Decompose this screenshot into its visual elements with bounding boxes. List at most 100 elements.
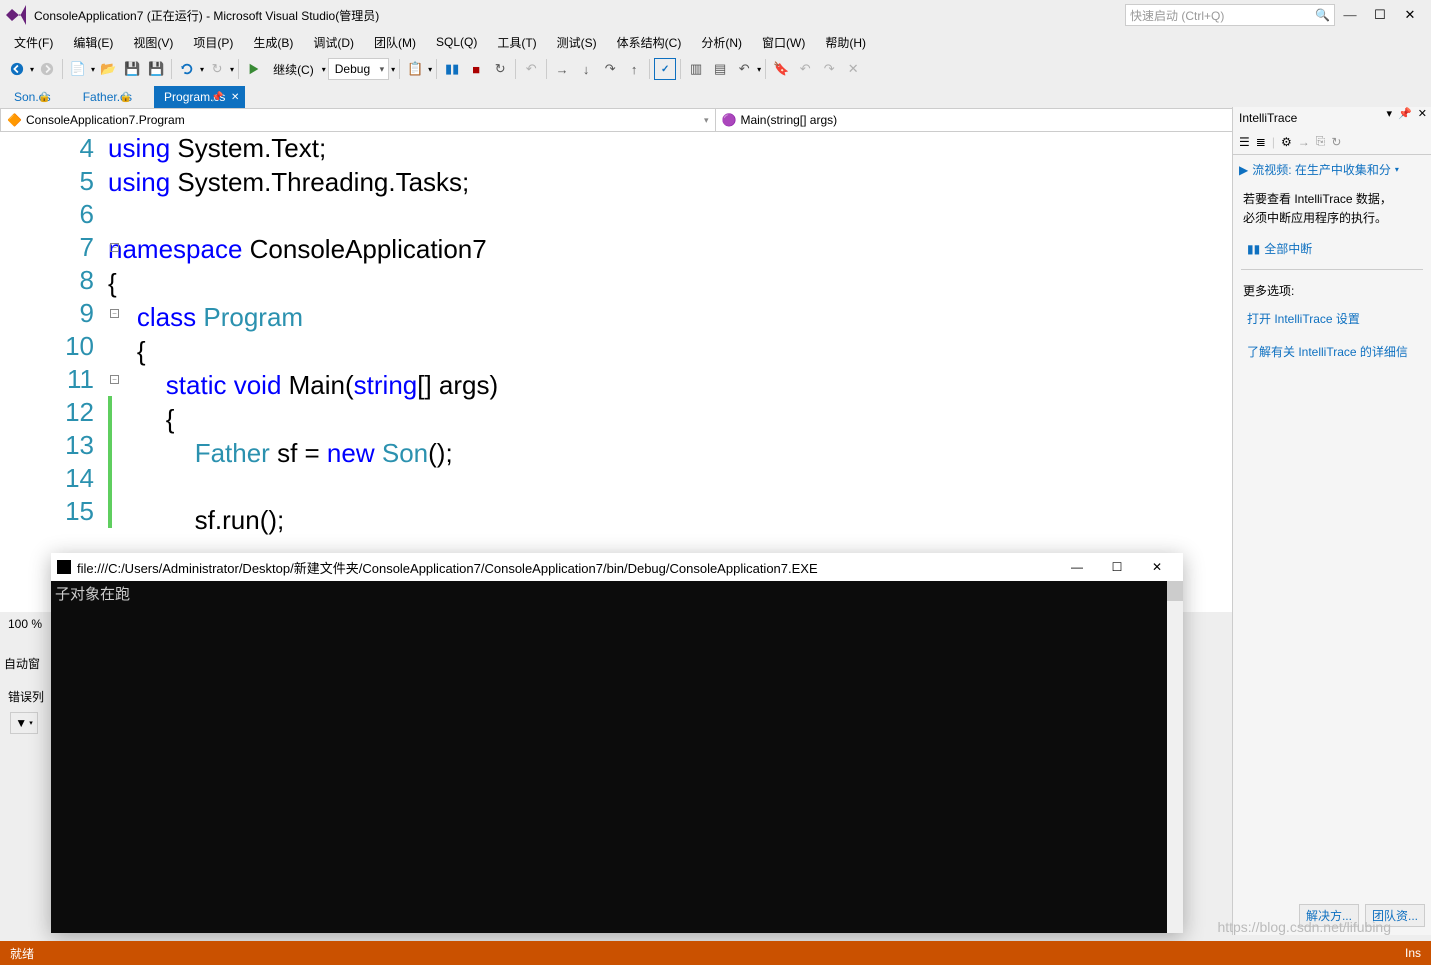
- fold-toggle[interactable]: −: [110, 243, 119, 252]
- save-button[interactable]: 💾: [121, 58, 143, 80]
- tab-son[interactable]: Son.cs 🔒: [4, 86, 71, 108]
- open-button[interactable]: 📂: [97, 58, 119, 80]
- tree-icon[interactable]: ≣: [1256, 135, 1266, 149]
- console-title: file:///C:/Users/Administrator/Desktop/新…: [77, 558, 1057, 577]
- menu-test[interactable]: 测试(S): [549, 32, 605, 53]
- tool-btn-1[interactable]: 📋: [404, 58, 426, 80]
- video-link[interactable]: ▶ 流视频: 在生产中收集和分 ▾: [1233, 155, 1431, 184]
- status-ready: 就绪: [10, 945, 34, 962]
- panel-menu-icon[interactable]: ▾: [1387, 107, 1393, 120]
- code-editor[interactable]: 456 789 101112 131415 − − − using System…: [0, 132, 1431, 612]
- nav-breadcrumb: 🔶ConsoleApplication7.Program 🟣Main(strin…: [0, 108, 1431, 132]
- redo-button[interactable]: ↻: [206, 58, 228, 80]
- menu-project[interactable]: 项目(P): [185, 32, 241, 53]
- show-next-button[interactable]: →: [551, 58, 573, 80]
- pin-icon[interactable]: 🔒: [38, 92, 50, 103]
- change-indicator: [108, 396, 112, 528]
- pause-button[interactable]: ▮▮: [441, 58, 463, 80]
- tab-program[interactable]: Program.cs 📌 ✕: [154, 86, 245, 108]
- tab-father[interactable]: Father.cs 🔒: [73, 86, 152, 108]
- nav-fwd-button[interactable]: [36, 58, 58, 80]
- copy-icon[interactable]: ⎘: [1316, 134, 1326, 149]
- quick-launch-placeholder: 快速启动 (Ctrl+Q): [1130, 7, 1224, 24]
- restart-button[interactable]: ↻: [489, 58, 511, 80]
- comment-button[interactable]: ▥: [685, 58, 707, 80]
- more-options-label: 更多选项:: [1233, 276, 1431, 301]
- bookmark-button[interactable]: 🔖: [770, 58, 792, 80]
- fwd-icon[interactable]: →: [1298, 135, 1310, 149]
- stop-button[interactable]: ■: [465, 58, 487, 80]
- menu-tools[interactable]: 工具(T): [489, 32, 544, 53]
- menu-arch[interactable]: 体系结构(C): [609, 32, 690, 53]
- code-content[interactable]: using System.Text; using System.Threadin…: [108, 132, 498, 612]
- settings-link[interactable]: 打开 IntelliTrace 设置: [1233, 302, 1431, 335]
- maximize-button[interactable]: ☐: [1365, 7, 1395, 23]
- step-into-button[interactable]: ↓: [575, 58, 597, 80]
- menu-debug[interactable]: 调试(D): [305, 32, 362, 53]
- nav-class[interactable]: 🔶ConsoleApplication7.Program: [1, 109, 716, 131]
- console-window: file:///C:/Users/Administrator/Desktop/新…: [51, 553, 1183, 933]
- error-list-label: 错误列: [8, 688, 44, 705]
- undo-button[interactable]: [176, 58, 198, 80]
- title-bar: ConsoleApplication7 (正在运行) - Microsoft V…: [0, 0, 1431, 30]
- quick-launch-input[interactable]: 快速启动 (Ctrl+Q) 🔍: [1125, 4, 1335, 26]
- pause-icon: ▮▮: [1247, 242, 1260, 256]
- panel-close-icon[interactable]: ✕: [1418, 107, 1427, 120]
- zoom-level[interactable]: 100 %: [8, 617, 42, 631]
- panel-pin-icon[interactable]: 📌: [1398, 107, 1412, 120]
- nav-back-button[interactable]: [6, 58, 28, 80]
- learn-more-link[interactable]: 了解有关 IntelliTrace 的详细信: [1233, 335, 1431, 368]
- step-back-button[interactable]: ↶: [520, 58, 542, 80]
- panel-title-bar: IntelliTrace ▾ 📌 ✕: [1233, 107, 1431, 129]
- pin-icon[interactable]: 📌: [211, 92, 223, 103]
- menu-team[interactable]: 团队(M): [366, 32, 424, 53]
- console-output[interactable]: 子对象在跑: [51, 581, 1183, 933]
- fold-toggle[interactable]: −: [110, 375, 119, 384]
- menu-edit[interactable]: 编辑(E): [65, 32, 121, 53]
- autos-tab[interactable]: 自动窗: [4, 655, 40, 672]
- menu-window[interactable]: 窗口(W): [754, 32, 813, 53]
- status-ins: Ins: [1405, 946, 1421, 960]
- panel-title: IntelliTrace: [1239, 111, 1297, 125]
- menu-build[interactable]: 生成(B): [245, 32, 301, 53]
- config-dropdown[interactable]: Debug: [328, 58, 389, 80]
- menu-sql[interactable]: SQL(Q): [428, 33, 485, 51]
- close-tab-icon[interactable]: ✕: [231, 92, 239, 103]
- tool-btn-b[interactable]: ↶: [794, 58, 816, 80]
- console-title-bar[interactable]: file:///C:/Users/Administrator/Desktop/新…: [51, 553, 1183, 581]
- refresh-icon[interactable]: ↻: [1331, 135, 1341, 149]
- continue-label[interactable]: 继续(C): [267, 61, 320, 78]
- menu-view[interactable]: 视图(V): [125, 32, 181, 53]
- pin-icon[interactable]: 🔒: [120, 92, 132, 103]
- console-close[interactable]: ✕: [1137, 560, 1177, 574]
- gear-icon[interactable]: ⚙: [1281, 135, 1292, 149]
- console-scrollbar[interactable]: [1167, 581, 1183, 933]
- new-button[interactable]: 📄: [67, 58, 89, 80]
- filter-button[interactable]: ▼▾: [10, 712, 38, 734]
- hex-toggle-button[interactable]: ✓: [654, 58, 676, 80]
- menu-analyze[interactable]: 分析(N): [693, 32, 750, 53]
- tool-btn-d[interactable]: ✕: [842, 58, 864, 80]
- fold-toggle[interactable]: −: [110, 309, 119, 318]
- panel-message: 若要查看 IntelliTrace 数据， 必须中断应用程序的执行。: [1233, 184, 1431, 234]
- uncomment-button[interactable]: ▤: [709, 58, 731, 80]
- list-icon[interactable]: ☰: [1239, 135, 1250, 149]
- minimize-button[interactable]: —: [1335, 7, 1365, 23]
- menu-help[interactable]: 帮助(H): [817, 32, 874, 53]
- menu-file[interactable]: 文件(F): [6, 32, 61, 53]
- panel-toolbar: ☰ ≣ | ⚙ → ⎘ ↻: [1233, 129, 1431, 155]
- console-maximize[interactable]: ☐: [1097, 560, 1137, 574]
- step-out-button[interactable]: ↑: [623, 58, 645, 80]
- console-minimize[interactable]: —: [1057, 560, 1097, 574]
- menu-bar: 文件(F) 编辑(E) 视图(V) 项目(P) 生成(B) 调试(D) 团队(M…: [0, 30, 1431, 54]
- tool-btn-c[interactable]: ↷: [818, 58, 840, 80]
- close-button[interactable]: ✕: [1395, 7, 1425, 23]
- continue-button[interactable]: [243, 58, 265, 80]
- tool-btn-a[interactable]: ↶: [733, 58, 755, 80]
- method-icon: 🟣: [722, 113, 737, 127]
- break-all-link[interactable]: ▮▮ 全部中断: [1233, 234, 1431, 263]
- search-icon[interactable]: 🔍: [1315, 8, 1330, 22]
- watermark: https://blog.csdn.net/lifubing: [1217, 919, 1391, 935]
- save-all-button[interactable]: 💾: [145, 58, 167, 80]
- step-over-button[interactable]: ↷: [599, 58, 621, 80]
